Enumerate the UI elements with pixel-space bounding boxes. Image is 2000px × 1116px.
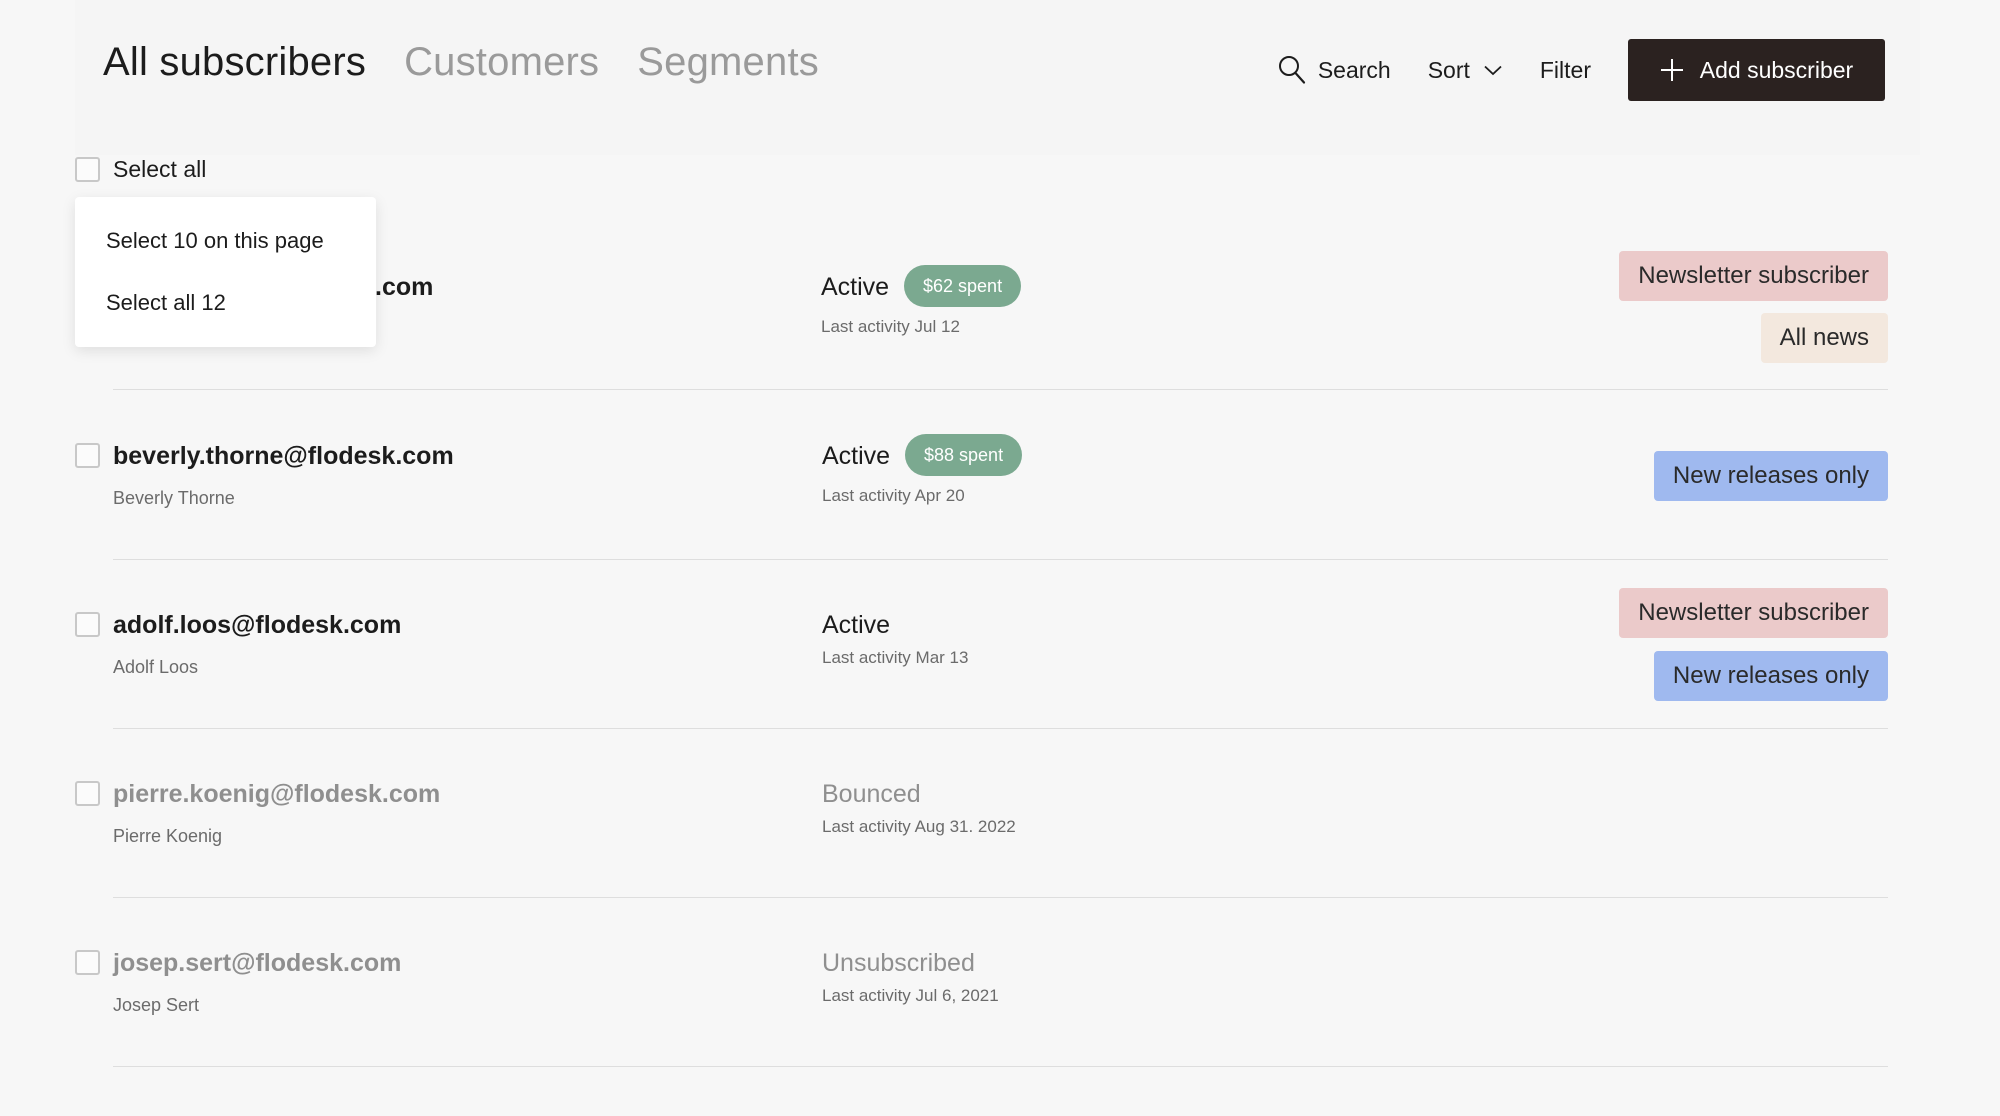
subscriber-email[interactable]: beverly.thorne@flodesk.com: [113, 442, 454, 471]
subscriber-email[interactable]: josep.sert@flodesk.com: [113, 949, 401, 978]
spent-badge: $62 spent: [904, 265, 1022, 307]
select-all-checkbox[interactable]: [75, 157, 100, 182]
sort-label: Sort: [1427, 56, 1470, 83]
subscriber-email[interactable]: .com: [375, 273, 433, 302]
subscriber-row[interactable]: adolf.loos@flodesk.com Adolf Loos Active…: [0, 559, 2000, 729]
row-checkbox[interactable]: [75, 612, 100, 637]
search-icon: [1278, 56, 1305, 84]
filter-button[interactable]: Filter: [1540, 57, 1591, 84]
add-subscriber-button[interactable]: Add subscriber: [1628, 39, 1885, 101]
subscriber-status: Unsubscribed: [822, 949, 975, 977]
last-activity: Last activity Mar 13: [822, 648, 969, 667]
subscriber-status: Active: [822, 611, 891, 639]
select-all-label: Select all: [113, 156, 207, 182]
subscriber-status: Active: [822, 442, 891, 470]
row-checkbox[interactable]: [75, 443, 100, 468]
select-all-control[interactable]: Select all: [75, 156, 206, 183]
tab-all-subscribers[interactable]: All subscribers: [103, 40, 366, 85]
tab-segments[interactable]: Segments: [637, 40, 819, 85]
subscriber-status: Active: [821, 273, 890, 301]
subscriber-tabs: All subscribers Customers Segments: [103, 40, 819, 85]
toolbar: Search Sort Filter Add subscriber: [1278, 39, 1885, 101]
tab-customers[interactable]: Customers: [404, 40, 599, 85]
tag-all-news[interactable]: All news: [1760, 313, 1888, 363]
last-activity: Last activity Aug 31. 2022: [822, 817, 1016, 836]
subscriber-status: Bounced: [822, 780, 921, 808]
plus-icon: [1660, 59, 1683, 81]
search-button[interactable]: Search: [1278, 55, 1391, 85]
subscriber-name: Pierre Koenig: [113, 826, 223, 846]
last-activity: Last activity Jul 6, 2021: [822, 986, 999, 1005]
select-page-option[interactable]: Select 10 on this page: [106, 228, 324, 254]
tag-new-releases-only[interactable]: New releases only: [1653, 651, 1888, 701]
subscriber-row[interactable]: beverly.thorne@flodesk.com Beverly Thorn…: [0, 390, 2000, 560]
add-subscriber-label: Add subscriber: [1699, 56, 1854, 83]
subscriber-email[interactable]: pierre.koenig@flodesk.com: [113, 780, 440, 809]
tag-newsletter-subscriber[interactable]: Newsletter subscriber: [1619, 588, 1888, 638]
subscriber-row[interactable]: josep.sert@flodesk.com Josep Sert Unsubs…: [0, 897, 2000, 1067]
subscriber-email[interactable]: adolf.loos@flodesk.com: [113, 611, 401, 640]
filter-label: Filter: [1539, 56, 1591, 83]
search-label: Search: [1317, 56, 1391, 83]
select-all-option[interactable]: Select all 12: [106, 290, 226, 316]
last-activity: Last activity Jul 12: [821, 317, 960, 336]
spent-badge: $88 spent: [905, 434, 1023, 476]
subscriber-name: Adolf Loos: [113, 657, 199, 677]
tag-new-releases-only[interactable]: New releases only: [1653, 451, 1888, 501]
last-activity: Last activity Apr 20: [822, 486, 965, 505]
sort-button[interactable]: Sort: [1428, 57, 1502, 84]
subscriber-name: Beverly Thorne: [113, 488, 235, 508]
row-checkbox[interactable]: [75, 950, 100, 975]
subscriber-row[interactable]: pierre.koenig@flodesk.com Pierre Koenig …: [0, 728, 2000, 898]
select-all-dropdown: Select 10 on this page Select all 12: [75, 197, 376, 347]
row-checkbox[interactable]: [75, 781, 100, 806]
chevron-down-icon: [1484, 65, 1502, 75]
subscriber-name: Josep Sert: [113, 995, 200, 1015]
tag-newsletter-subscriber[interactable]: Newsletter subscriber: [1619, 251, 1888, 301]
row-divider: [113, 1066, 1888, 1067]
